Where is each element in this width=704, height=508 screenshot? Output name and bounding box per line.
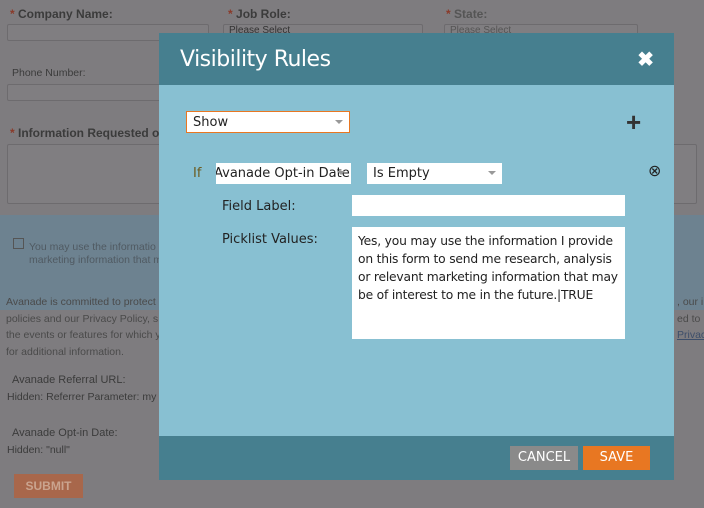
info-requested-label: * Information Requested or xyxy=(10,126,165,140)
modal-title: Visibility Rules xyxy=(180,47,331,72)
phone-label: Phone Number: xyxy=(12,67,86,79)
privacy-text: Avanade is committed to protect policies … xyxy=(6,296,161,358)
consent-text: You may use the informatio marketing info… xyxy=(29,241,163,266)
chevron-down-icon xyxy=(488,171,496,175)
privacy-link[interactable]: Privac xyxy=(677,327,704,344)
consent-checkbox[interactable] xyxy=(13,238,24,249)
optin-label: Avanade Opt-in Date: xyxy=(12,427,118,439)
optin-hidden: Hidden: "null" xyxy=(7,444,70,456)
modal-footer: CANCEL SAVE xyxy=(159,436,674,480)
submit-button[interactable]: SUBMIT xyxy=(14,474,83,498)
referral-hidden: Hidden: Referrer Parameter: my xyxy=(7,391,157,403)
save-button[interactable]: SAVE xyxy=(583,446,650,470)
chevron-down-icon xyxy=(335,120,343,124)
field-select[interactable]: Avanade Opt-in Date xyxy=(216,163,351,184)
referral-label: Avanade Referral URL: xyxy=(12,374,126,386)
add-rule-icon[interactable]: + xyxy=(626,107,641,138)
modal-header: Visibility Rules ✖ xyxy=(159,33,674,85)
state-label: * State: xyxy=(446,7,488,21)
remove-rule-icon[interactable]: ⊗ xyxy=(648,161,661,181)
if-label: If xyxy=(193,166,202,181)
picklist-values-label: Picklist Values: xyxy=(222,232,318,247)
visibility-rules-modal: Visibility Rules ✖ Show + If Avanade Opt… xyxy=(159,33,674,480)
close-icon[interactable]: ✖ xyxy=(637,47,654,72)
operator-select[interactable]: Is Empty xyxy=(367,163,502,184)
cancel-button[interactable]: CANCEL xyxy=(510,446,578,470)
job-role-label: * Job Role: xyxy=(228,7,291,21)
action-select[interactable]: Show xyxy=(186,111,350,133)
picklist-values-textarea[interactable]: Yes, you may use the information I provi… xyxy=(352,227,625,339)
privacy-text-right: , our i ed to Privac xyxy=(677,294,704,344)
chevron-down-icon xyxy=(337,171,345,175)
field-label-input[interactable] xyxy=(352,195,625,216)
field-label-label: Field Label: xyxy=(222,199,296,214)
company-name-label: * Company Name: xyxy=(10,7,113,21)
